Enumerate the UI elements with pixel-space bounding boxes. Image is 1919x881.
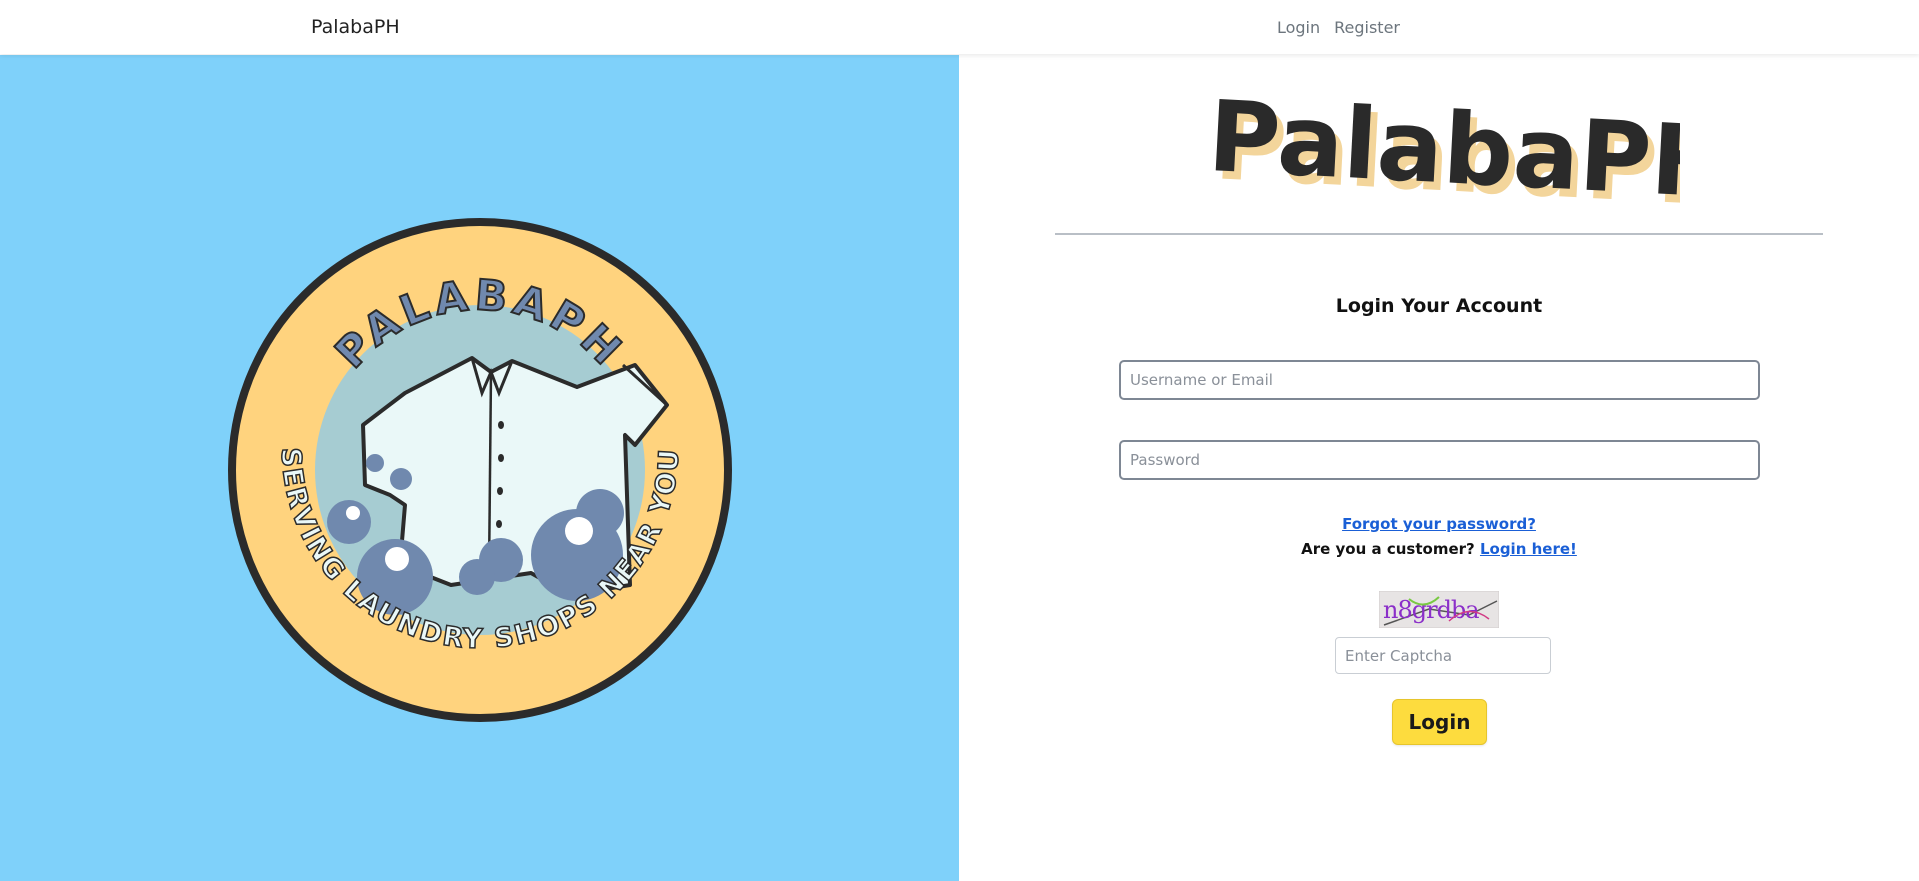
captcha-image: n8grdba <box>1378 590 1500 629</box>
forgot-password-link[interactable]: Forgot your password? <box>1342 515 1536 533</box>
navbar-brand[interactable]: PalabaPH <box>311 16 400 38</box>
login-title: Login Your Account <box>1335 295 1543 317</box>
navbar-links: Login Register <box>1277 18 1400 37</box>
password-input[interactable] <box>1119 440 1760 480</box>
customer-login-row: Are you a customer? Login here! <box>959 540 1919 558</box>
login-submit-button[interactable]: Login <box>1392 699 1487 745</box>
customer-prompt: Are you a customer? <box>1301 540 1475 558</box>
captcha-input[interactable] <box>1335 637 1551 674</box>
nav-register-link[interactable]: Register <box>1334 18 1400 37</box>
nav-login-link[interactable]: Login <box>1277 18 1320 37</box>
customer-login-link[interactable]: Login here! <box>1480 540 1577 558</box>
forgot-password-row: Forgot your password? <box>959 515 1919 534</box>
palabaph-badge-logo: PALABAPH SERVING LAUNDRY SHOPS NEAR YOU <box>225 215 735 725</box>
username-email-input[interactable] <box>1119 360 1760 400</box>
wordmark-text: PalabaPH <box>1205 92 1680 212</box>
header-divider <box>1055 233 1823 235</box>
top-navbar: PalabaPH Login Register <box>0 0 1919 54</box>
palabaph-wordmark: PalabaPH PalabaPH <box>1200 80 1742 230</box>
captcha-text: n8grdba <box>1383 596 1479 624</box>
